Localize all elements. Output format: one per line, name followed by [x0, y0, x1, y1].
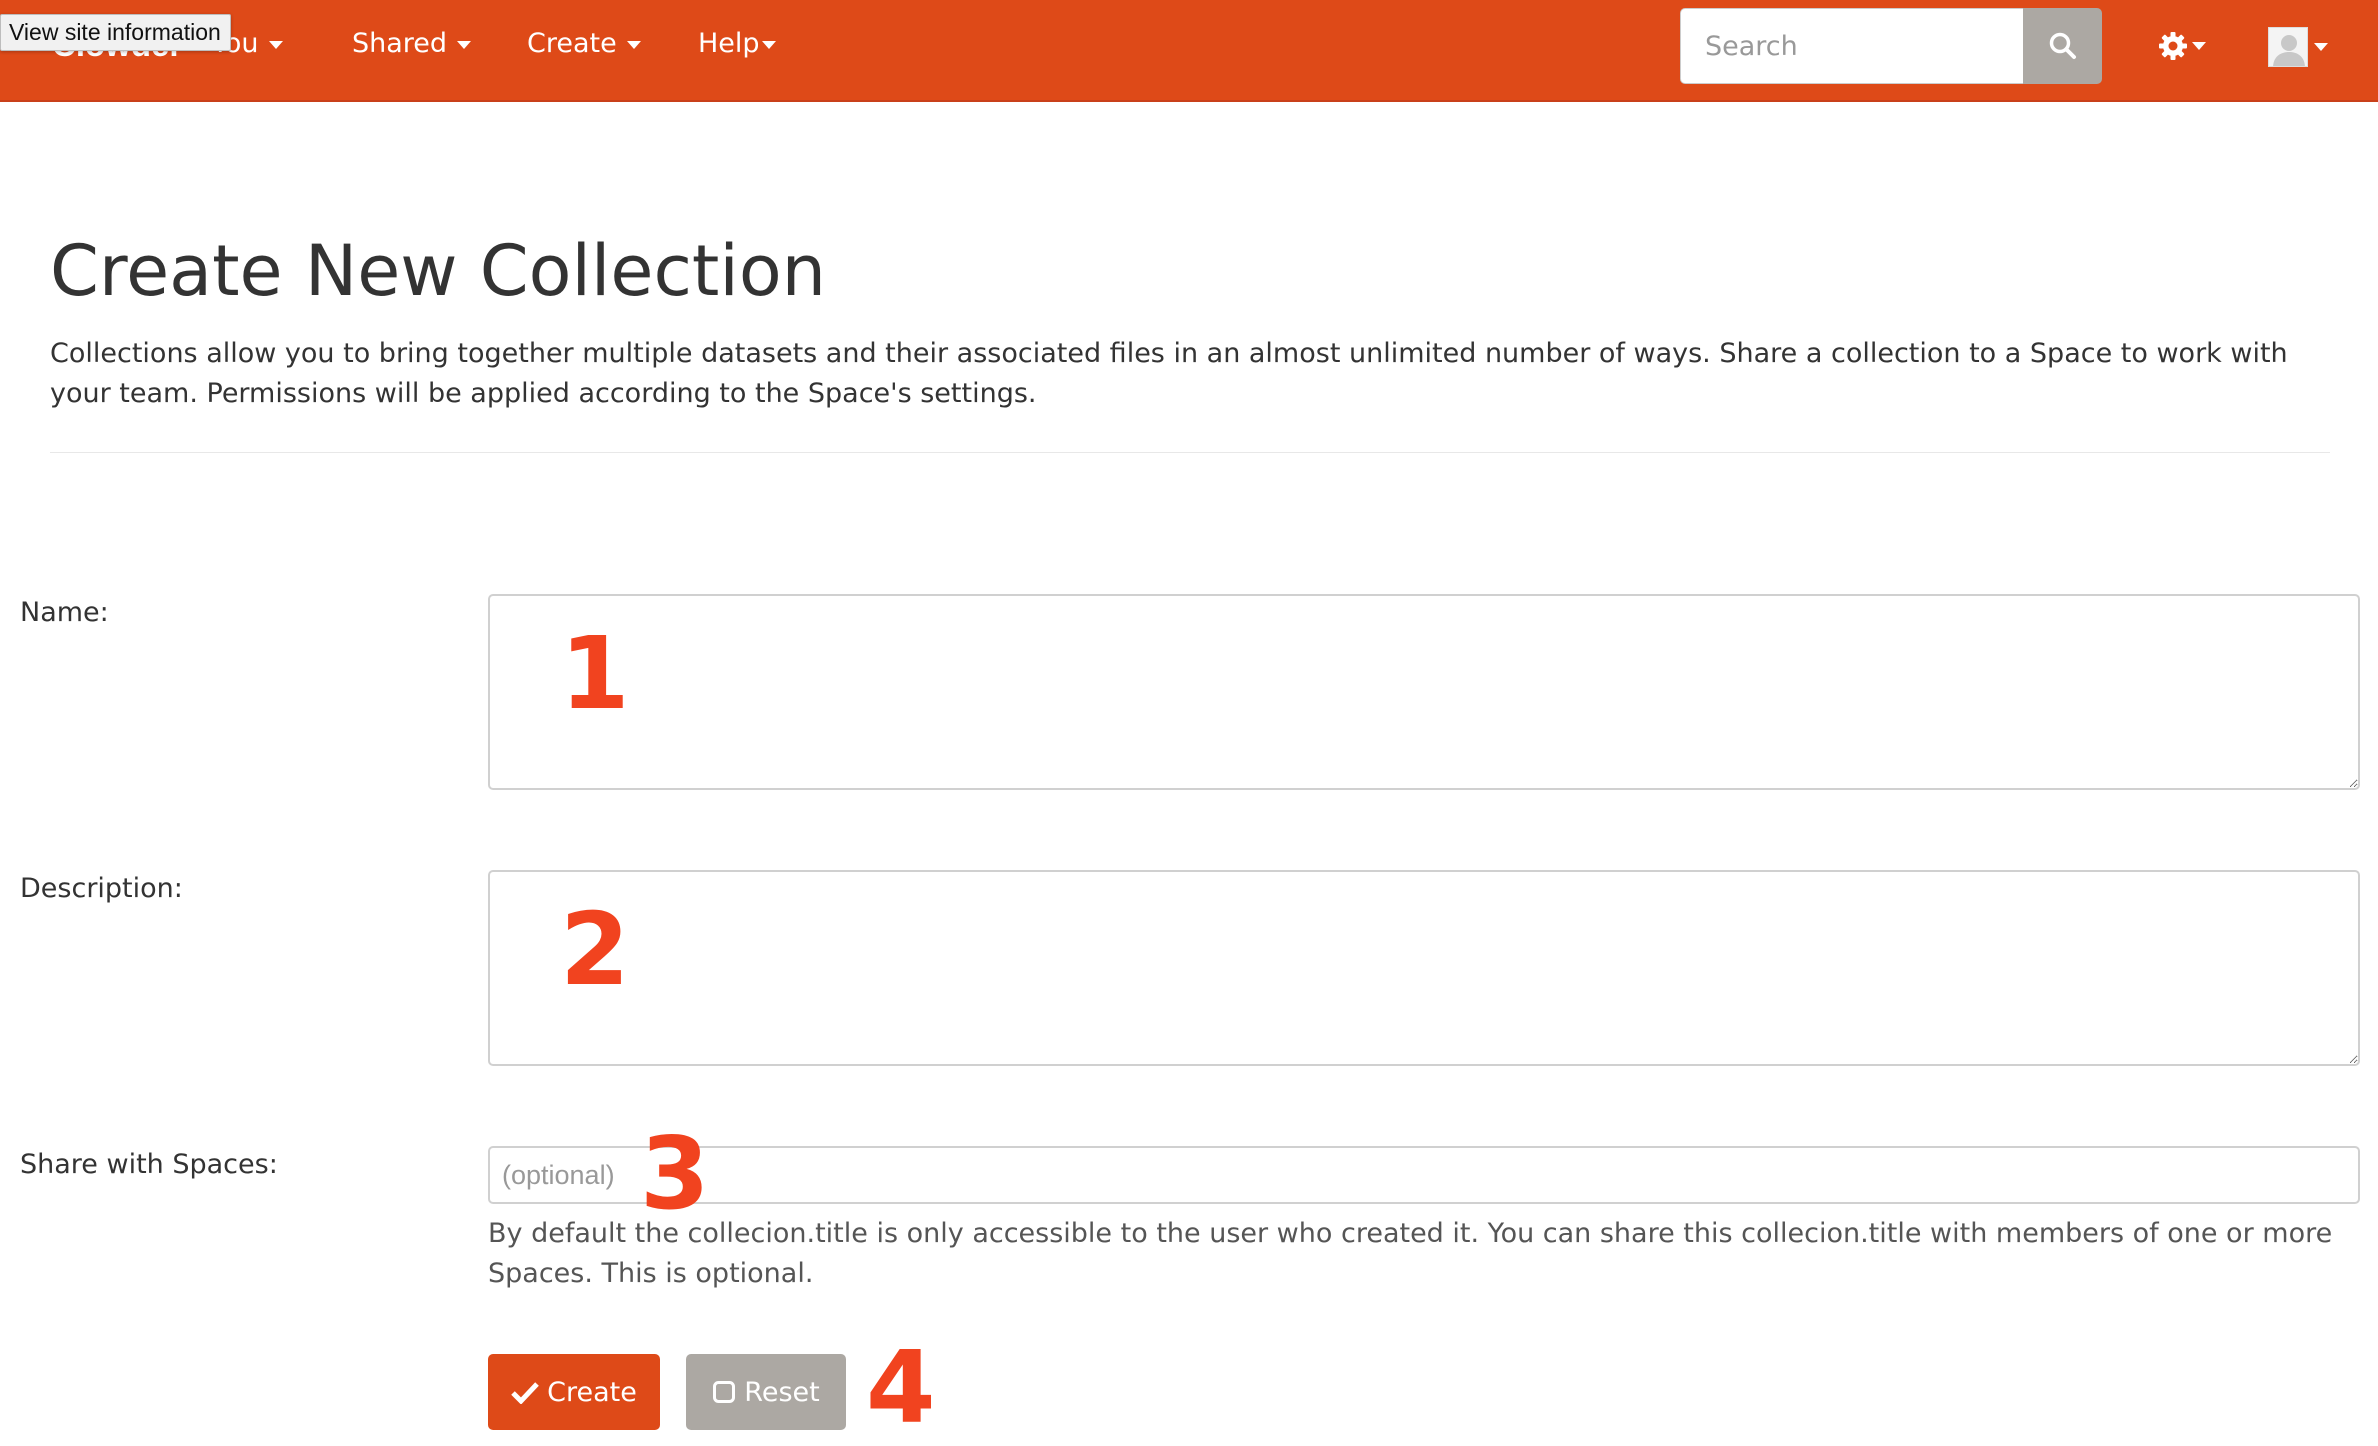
description-field[interactable] [488, 870, 2360, 1066]
description-label: Description: [20, 873, 183, 904]
chevron-down-icon [2314, 43, 2328, 51]
nav-menu-help-label: Help [698, 28, 760, 59]
nav-menu-shared[interactable]: Shared [352, 28, 472, 59]
top-navbar: Clowder You Shared Create Help [0, 0, 2378, 102]
search-group [1680, 8, 2102, 84]
page-description: Collections allow you to bring together … [50, 338, 2288, 409]
gear-icon [2159, 32, 2187, 60]
annotation-4: 4 [866, 1329, 936, 1446]
create-button[interactable]: Create [488, 1354, 660, 1430]
chevron-down-icon [457, 40, 472, 49]
page-title: Create New Collection [50, 230, 827, 312]
user-menu[interactable] [2268, 24, 2328, 70]
annotation-3: 3 [640, 1115, 710, 1232]
spaces-help-text: By default the collecion.title is only a… [488, 1218, 2333, 1289]
reset-button-label: Reset [744, 1376, 820, 1408]
divider [50, 452, 2330, 453]
settings-menu[interactable] [2158, 24, 2206, 68]
avatar [2268, 27, 2308, 67]
nav-menu-create[interactable]: Create [527, 28, 641, 59]
chevron-down-icon [626, 40, 641, 49]
square-icon [712, 1380, 736, 1404]
nav-menu-create-label: Create [527, 28, 617, 59]
site-info-tooltip: View site information [0, 14, 231, 51]
reset-button[interactable]: Reset [686, 1354, 846, 1430]
search-input[interactable] [1680, 8, 2024, 84]
chevron-down-icon [2192, 42, 2206, 50]
chevron-down-icon [761, 40, 776, 49]
spaces-select-input[interactable] [488, 1146, 2360, 1204]
nav-menu-help[interactable]: Help [698, 28, 776, 59]
annotation-1: 1 [560, 615, 630, 732]
spaces-label: Share with Spaces: [20, 1149, 278, 1180]
annotation-2: 2 [560, 891, 630, 1008]
search-icon [2049, 32, 2076, 59]
user-avatar-icon [2273, 35, 2305, 66]
nav-menu-shared-label: Shared [352, 28, 448, 59]
chevron-down-icon [268, 40, 283, 49]
name-field[interactable] [488, 594, 2360, 790]
search-button[interactable] [2023, 8, 2102, 84]
create-button-label: Create [547, 1376, 637, 1408]
name-label: Name: [20, 597, 109, 628]
check-icon [511, 1380, 539, 1404]
